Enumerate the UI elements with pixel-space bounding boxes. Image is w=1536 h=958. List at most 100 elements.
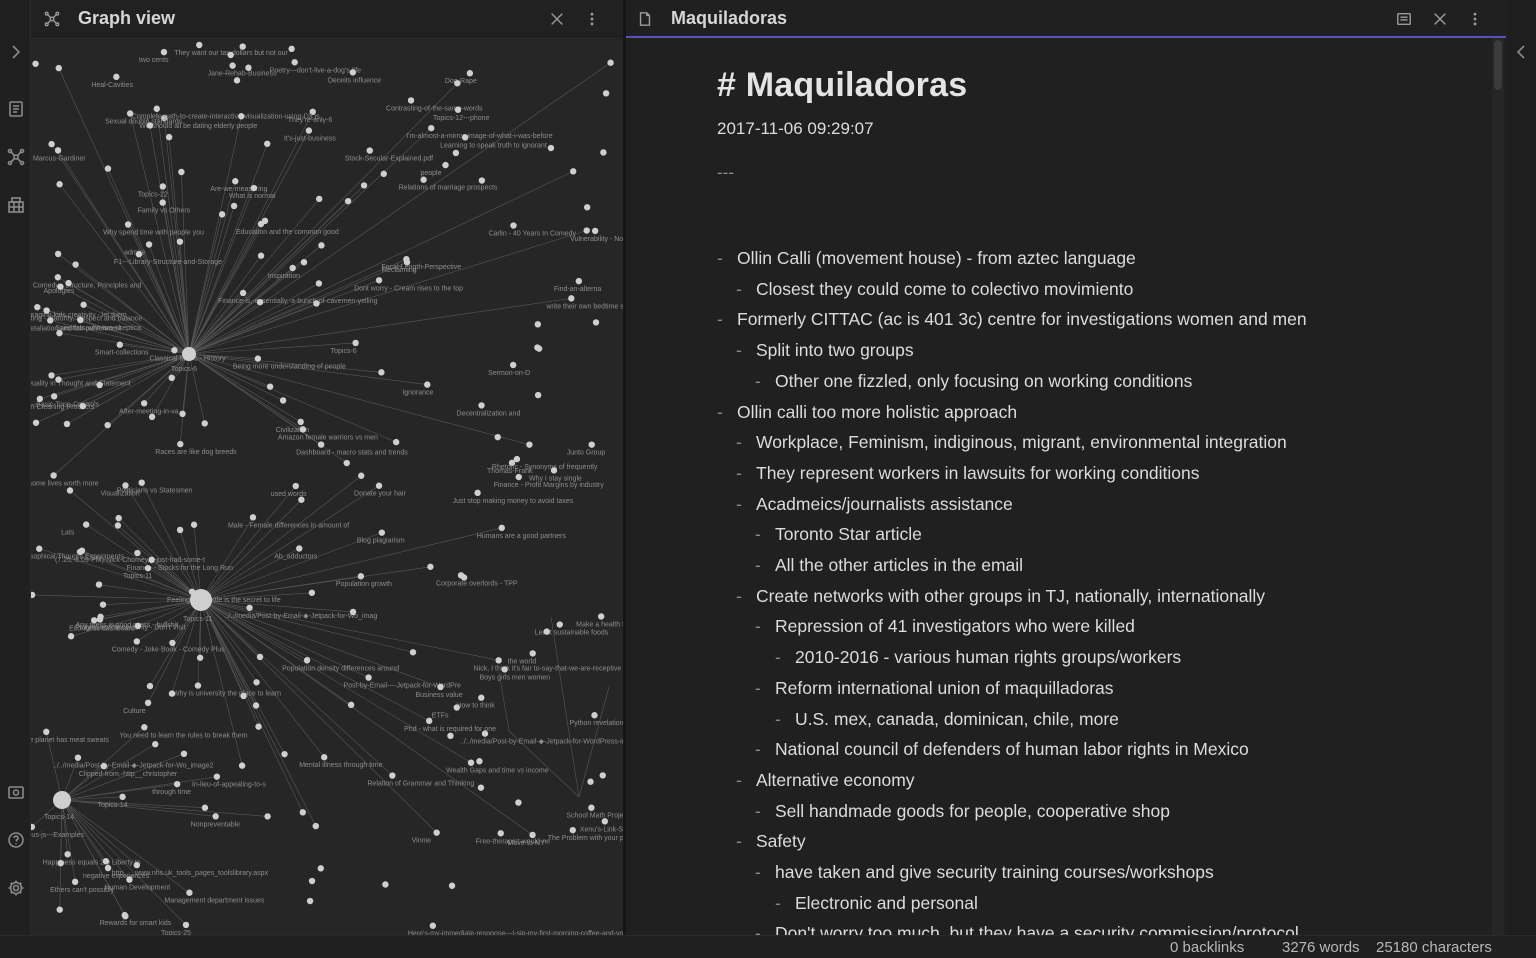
list-item[interactable]: - Sell handmade goods for people, coopera… bbox=[755, 801, 1170, 822]
list-item[interactable]: - Electronic and personal bbox=[775, 893, 978, 914]
graph-node[interactable] bbox=[140, 400, 148, 407]
graph-node[interactable] bbox=[358, 472, 365, 479]
graph-node[interactable] bbox=[50, 393, 58, 400]
list-item[interactable]: - Safety bbox=[736, 831, 806, 852]
graph-node[interactable] bbox=[583, 227, 590, 234]
graph-node[interactable] bbox=[299, 426, 307, 433]
list-item[interactable]: - Toronto Star article bbox=[755, 524, 922, 545]
graph-node[interactable] bbox=[64, 851, 71, 858]
graph-node[interactable] bbox=[190, 521, 198, 528]
graph-node[interactable] bbox=[513, 455, 521, 463]
graph-node[interactable] bbox=[146, 682, 154, 690]
graph-node[interactable] bbox=[357, 573, 365, 580]
graph-node[interactable] bbox=[344, 197, 352, 205]
graph-node[interactable] bbox=[428, 124, 435, 132]
graph-node[interactable] bbox=[54, 147, 62, 154]
graph-node[interactable] bbox=[296, 545, 303, 552]
graph-node[interactable] bbox=[588, 804, 595, 811]
graph-node[interactable] bbox=[240, 692, 247, 700]
graph-node[interactable] bbox=[429, 922, 437, 929]
graph-node[interactable] bbox=[365, 674, 372, 681]
graph-node[interactable] bbox=[575, 277, 583, 285]
graph-node[interactable] bbox=[454, 80, 461, 87]
graph-node[interactable] bbox=[602, 90, 610, 97]
list-item[interactable]: - Reform international union of maquillad… bbox=[755, 678, 1114, 699]
graph-node[interactable] bbox=[281, 750, 288, 758]
graph-node[interactable] bbox=[31, 591, 36, 599]
graph-node[interactable] bbox=[515, 473, 522, 481]
graph-node[interactable] bbox=[315, 195, 323, 203]
graph-node[interactable] bbox=[56, 181, 63, 188]
graph-node[interactable] bbox=[146, 122, 154, 129]
graph-node[interactable] bbox=[382, 881, 389, 888]
graph-node[interactable] bbox=[313, 300, 320, 307]
graph-node[interactable] bbox=[453, 704, 460, 711]
graph-node[interactable] bbox=[148, 413, 156, 421]
graph-node[interactable] bbox=[72, 261, 79, 268]
graph-node[interactable] bbox=[460, 574, 468, 581]
graph-node[interactable] bbox=[478, 694, 485, 701]
expand-right-sidebar-icon[interactable] bbox=[1509, 40, 1532, 63]
graph-node[interactable] bbox=[168, 690, 176, 697]
graph-node[interactable] bbox=[389, 772, 396, 779]
expand-sidebar-icon[interactable] bbox=[4, 40, 27, 63]
graph-node[interactable] bbox=[254, 355, 262, 362]
graph-node[interactable] bbox=[144, 699, 152, 707]
graph-node[interactable] bbox=[261, 217, 269, 225]
graph-node[interactable] bbox=[232, 178, 239, 185]
graph-node[interactable] bbox=[407, 97, 415, 104]
graph-node[interactable] bbox=[264, 140, 271, 147]
graph-hub-node[interactable] bbox=[190, 589, 212, 611]
graph-view-pane[interactable]: Graph view They want our tax dollars but… bbox=[31, 0, 623, 935]
graph-node[interactable] bbox=[168, 374, 175, 382]
settings-gear-icon[interactable] bbox=[4, 876, 27, 899]
graph-node[interactable] bbox=[47, 317, 54, 324]
graph-node[interactable] bbox=[55, 64, 62, 72]
graph-node[interactable] bbox=[114, 522, 122, 529]
graph-node[interactable] bbox=[36, 545, 43, 552]
list-item[interactable]: - Acadmeics/journalists assistance bbox=[736, 494, 1013, 515]
graph-node[interactable] bbox=[510, 222, 517, 229]
graph-node[interactable] bbox=[529, 650, 536, 657]
scrollbar-thumb[interactable] bbox=[1494, 40, 1502, 90]
graph-node[interactable] bbox=[159, 183, 166, 190]
graph-node[interactable] bbox=[321, 754, 328, 761]
graph-node[interactable] bbox=[380, 170, 387, 178]
graph-node[interactable] bbox=[239, 43, 246, 50]
graph-node[interactable] bbox=[466, 70, 474, 77]
graph-node[interactable] bbox=[160, 48, 168, 56]
graph-node[interactable] bbox=[588, 441, 595, 448]
graph-node[interactable] bbox=[352, 339, 359, 347]
graph-node[interactable] bbox=[218, 211, 226, 218]
graph-node[interactable] bbox=[292, 482, 299, 490]
graph-node[interactable] bbox=[48, 140, 55, 148]
graph-node[interactable] bbox=[186, 889, 193, 896]
graph-node[interactable] bbox=[177, 440, 184, 448]
graph-node[interactable] bbox=[547, 144, 555, 152]
graph-node[interactable] bbox=[300, 258, 308, 266]
list-item[interactable]: - They represent workers in lawsuits for … bbox=[736, 463, 1200, 484]
graph-node[interactable] bbox=[597, 613, 605, 620]
graph-node[interactable] bbox=[425, 717, 433, 725]
graph-node[interactable] bbox=[246, 604, 253, 611]
graph-node[interactable] bbox=[478, 402, 485, 409]
graph-node[interactable] bbox=[253, 679, 260, 686]
graph-node[interactable] bbox=[119, 793, 126, 801]
graph-node[interactable] bbox=[104, 421, 111, 429]
graph-node[interactable] bbox=[424, 381, 431, 388]
list-item[interactable]: - Other one fizzled, only focusing on wor… bbox=[755, 371, 1192, 392]
list-item[interactable]: -2010-2016 - various human rights groups… bbox=[775, 647, 1181, 668]
graph-node[interactable] bbox=[481, 730, 489, 737]
canvas-icon[interactable] bbox=[4, 193, 27, 216]
graph-node[interactable] bbox=[82, 521, 90, 528]
graph-node[interactable] bbox=[173, 780, 181, 788]
graph-node[interactable] bbox=[409, 649, 417, 656]
graph-node[interactable] bbox=[74, 754, 82, 761]
graph-node[interactable] bbox=[230, 202, 238, 210]
graph-node[interactable] bbox=[104, 864, 112, 872]
list-item[interactable]: - All the other articles in the email bbox=[755, 555, 1023, 576]
graph-node[interactable] bbox=[534, 344, 541, 351]
graph-node[interactable] bbox=[256, 298, 264, 306]
graph-node[interactable] bbox=[229, 62, 236, 69]
graph-node[interactable] bbox=[433, 829, 440, 836]
